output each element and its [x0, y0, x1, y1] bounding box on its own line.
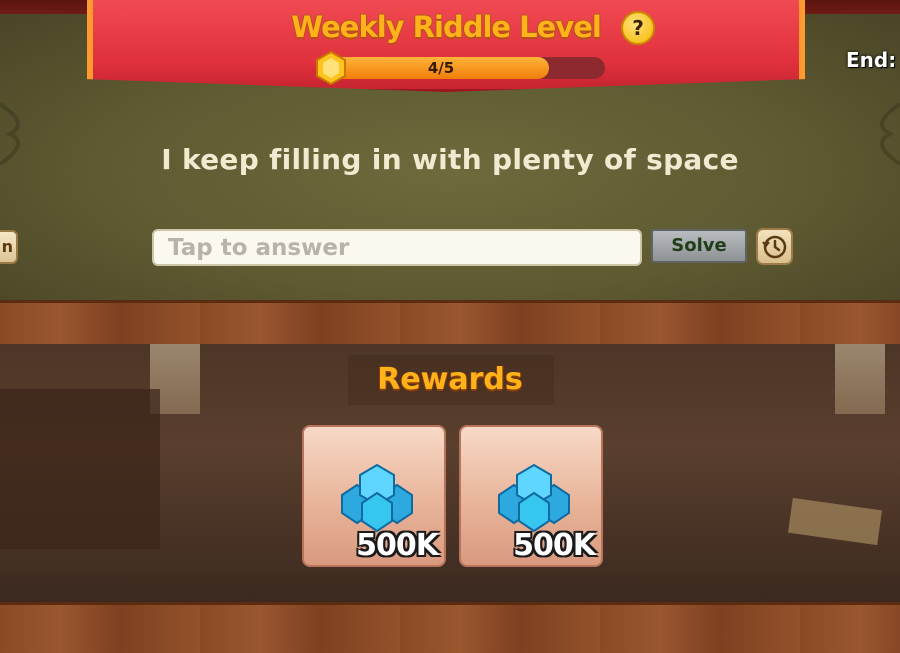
history-button[interactable]: [756, 228, 793, 265]
reward-card-2[interactable]: 500K: [459, 425, 603, 567]
help-button[interactable]: ?: [621, 11, 655, 45]
end-timer-label: End:: [846, 48, 897, 72]
blue-gems-icon: [498, 463, 570, 533]
wood-divider-bottom: [0, 602, 900, 653]
level-progress-label: 4/5: [427, 59, 455, 77]
rewards-title: Rewards: [377, 362, 523, 397]
page-title: Weekly Riddle Level: [291, 10, 602, 44]
left-side-tab[interactable]: n: [0, 230, 18, 264]
answer-input[interactable]: [152, 229, 642, 266]
reward-amount: 500K: [356, 528, 439, 563]
gold-gem-icon: [316, 50, 346, 86]
level-progress-bar: 4/5: [323, 57, 605, 79]
reward-card-1[interactable]: 500K: [302, 425, 446, 567]
solve-button[interactable]: Solve: [651, 229, 747, 263]
room-book: [788, 497, 882, 546]
wood-divider-top: [0, 300, 900, 350]
header-banner: Weekly Riddle Level ? 4/5: [87, 0, 805, 92]
reward-amount: 500K: [513, 528, 596, 563]
history-icon: [762, 235, 787, 259]
blue-gems-icon: [341, 463, 413, 533]
riddle-question: I keep filling in with plenty of space: [161, 143, 739, 176]
room-chest: [0, 389, 160, 549]
